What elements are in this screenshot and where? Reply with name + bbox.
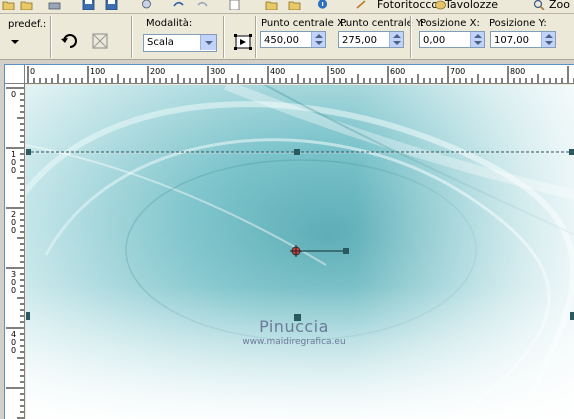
watermark-title: Pinuccia — [259, 317, 329, 336]
menu-fotoritocco[interactable]: Fotoritocco — [377, 0, 438, 11]
ruler-label: 400 — [270, 67, 285, 76]
ruler-label: 300 — [210, 67, 225, 76]
main-toolbar: Fotoritocco Tavolozze Zoo — [0, 0, 574, 14]
retouch-icon — [356, 0, 366, 9]
mode-select[interactable]: Scala — [143, 34, 217, 52]
apply-icon[interactable] — [89, 30, 111, 52]
zoom-icon — [533, 0, 545, 10]
separator — [223, 16, 225, 58]
transform-handle-middle-left[interactable] — [26, 312, 30, 320]
center-x-spinner[interactable] — [311, 32, 325, 47]
mode-icon[interactable] — [232, 31, 254, 53]
separator — [131, 16, 133, 58]
ruler-label: 600 — [390, 67, 405, 76]
reset-icon[interactable] — [59, 30, 81, 52]
document-window: 0 100 200 300 400 500 600 700 800 0 100 200 300 400 — [4, 64, 574, 419]
preset-label: predef.: — [8, 19, 47, 30]
pos-x-spinner[interactable] — [470, 32, 484, 47]
ruler-label: 700 — [450, 67, 465, 76]
folder-open-icon[interactable] — [265, 0, 278, 10]
separator — [410, 16, 412, 58]
ruler-label: 0 — [11, 90, 16, 99]
watermark: Pinuccia www.maidiregrafica.eu — [194, 317, 394, 347]
save-icon[interactable] — [82, 0, 95, 10]
paint-shop-window: Fotoritocco Tavolozze Zoo predef.: Modal… — [0, 0, 574, 419]
center-x-label: Punto centrale X: — [261, 18, 348, 29]
folder-icon[interactable] — [20, 0, 33, 10]
ruler-label: 0 — [11, 166, 16, 175]
rotation-handle[interactable] — [343, 248, 349, 254]
center-x-field[interactable] — [260, 31, 326, 48]
folder-icon[interactable] — [2, 0, 15, 10]
ruler-label: 800 — [510, 67, 525, 76]
watermark-url: www.maidiregrafica.eu — [242, 337, 346, 347]
ruler-corner — [5, 65, 25, 84]
image-canvas[interactable]: Pinuccia www.maidiregrafica.eu — [26, 85, 574, 419]
pos-x-field[interactable] — [419, 31, 485, 48]
transform-handle-middle-right[interactable] — [570, 312, 574, 320]
ruler-label: 0 — [11, 226, 16, 235]
print-icon[interactable] — [48, 0, 61, 10]
center-y-field[interactable] — [338, 31, 404, 48]
transform-handle-top-middle[interactable] — [294, 149, 300, 155]
mode-label: Modalità: — [146, 18, 193, 29]
preset-dropdown-icon[interactable] — [10, 39, 20, 45]
tool-options-bar: predef.: Modalità: Scala Punto centrale … — [0, 14, 574, 60]
ruler-label: 0 — [11, 346, 16, 355]
horizontal-ruler[interactable]: 0 100 200 300 400 500 600 700 800 — [25, 65, 574, 84]
transform-handle-top-left[interactable] — [26, 149, 31, 155]
pos-y-spinner[interactable] — [541, 32, 555, 47]
document-icon[interactable] — [228, 0, 241, 10]
browse-icon[interactable] — [140, 0, 153, 10]
ruler-label: 100 — [90, 67, 105, 76]
chevron-down-icon[interactable] — [200, 35, 216, 50]
ruler-label: 0 — [30, 67, 35, 76]
separator — [255, 16, 257, 58]
mode-select-value: Scala — [147, 37, 174, 48]
pos-x-label: Posizione X: — [420, 18, 480, 29]
center-y-spinner[interactable] — [389, 32, 403, 47]
redo-icon[interactable] — [196, 0, 209, 10]
menu-zoom[interactable]: Zoo — [549, 0, 570, 11]
pos-y-label: Posizione Y: — [489, 18, 547, 29]
separator — [50, 16, 52, 58]
ruler-label: 0 — [11, 286, 16, 295]
ruler-label: 200 — [150, 67, 165, 76]
workspace: 0 100 200 300 400 500 600 700 800 0 100 200 300 400 — [0, 61, 574, 419]
undo-icon[interactable] — [172, 0, 185, 10]
vertical-ruler[interactable]: 0100200300400 — [5, 84, 25, 419]
info-icon[interactable] — [316, 0, 329, 10]
save-as-icon[interactable] — [105, 0, 118, 10]
pos-y-field[interactable] — [490, 31, 556, 48]
folder-open-icon[interactable] — [288, 0, 301, 10]
transform-handle-top-right[interactable] — [569, 149, 574, 155]
menu-tavolozze[interactable]: Tavolozze — [445, 0, 498, 11]
ruler-label: 500 — [330, 67, 345, 76]
